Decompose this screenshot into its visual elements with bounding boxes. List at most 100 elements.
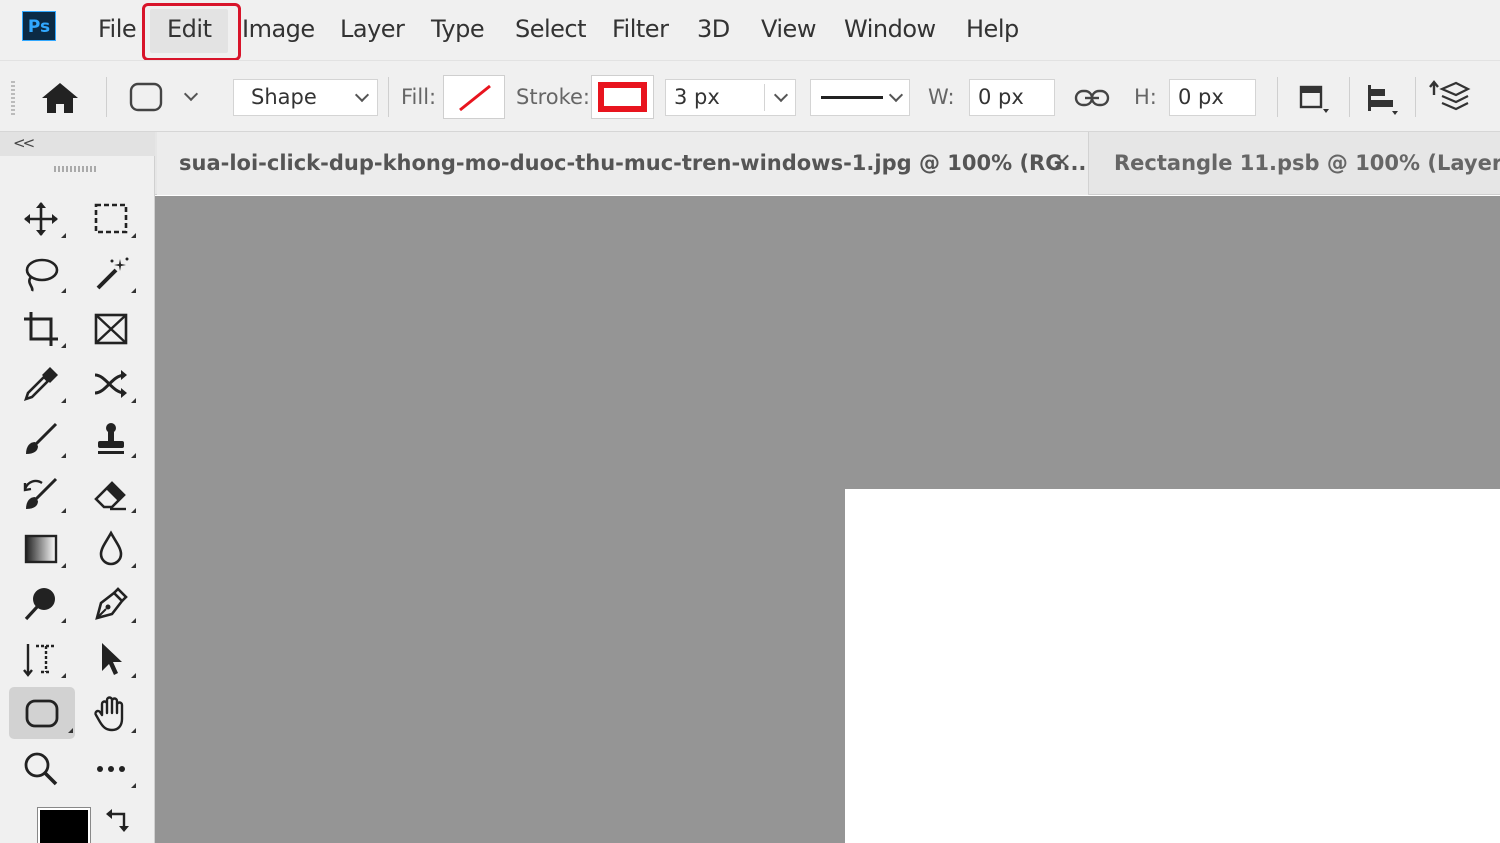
history-brush-tool[interactable] (14, 469, 68, 519)
home-icon (42, 83, 78, 113)
tools-panel-grip[interactable] (54, 166, 96, 172)
healing-brush-tool[interactable] (84, 359, 138, 409)
fill-swatch[interactable] (443, 75, 505, 119)
chevron-down-icon (354, 87, 370, 103)
zoom-tool[interactable] (14, 744, 68, 794)
height-field[interactable]: 0 px (1169, 79, 1256, 116)
crop-icon (24, 312, 58, 346)
tool-preset-picker[interactable] (126, 79, 206, 117)
dodge-icon (24, 588, 55, 621)
magic-wand-tool[interactable] (84, 249, 138, 299)
path-arrangement-button[interactable] (1428, 77, 1472, 117)
eyedropper-icon (23, 367, 58, 402)
solid-line-icon (821, 96, 883, 99)
frame-tool[interactable] (84, 304, 138, 354)
menu-3d[interactable]: 3D (697, 12, 730, 46)
eraser-icon (94, 481, 126, 511)
tools-panel-header: << (0, 132, 155, 156)
width-value: 0 px (978, 85, 1024, 109)
collapse-panel-button[interactable]: << (13, 134, 35, 152)
lasso-tool[interactable] (14, 249, 68, 299)
magnifier-icon (24, 752, 58, 786)
stroke-swatch[interactable] (591, 75, 654, 119)
stroke-style-select[interactable] (810, 79, 910, 116)
history-brush-icon (23, 477, 58, 509)
magic-wand-icon (96, 257, 129, 290)
swap-colors-button[interactable] (104, 806, 132, 836)
stroke-color-box (598, 82, 647, 112)
close-tab-button[interactable]: × (1052, 132, 1072, 195)
rounded-rectangle-preset-icon (129, 82, 163, 112)
vertical-type-mask-icon (23, 644, 56, 677)
hand-tool[interactable] (84, 689, 138, 739)
document-canvas[interactable] (845, 489, 1500, 843)
document-tab[interactable]: Rectangle 11.psb @ 100% (Layer 1, R (1090, 132, 1500, 195)
crop-tool[interactable] (14, 304, 68, 354)
options-bar: Shape Fill: Stroke: 3 px W: 0 px H: 0 px (0, 60, 1500, 132)
foreground-color-swatch[interactable] (37, 807, 91, 843)
pen-icon (95, 587, 128, 620)
document-tab-title: Rectangle 11.psb @ 100% (Layer 1, R (1114, 151, 1500, 175)
document-tab-active[interactable]: sua-loi-click-dup-khong-mo-duoc-thu-muc-… (157, 132, 1089, 195)
width-label: W: (928, 85, 955, 109)
move-tool[interactable] (14, 194, 68, 244)
stroke-width-field[interactable]: 3 px (665, 79, 796, 116)
gradient-tool[interactable] (14, 524, 68, 574)
menu-window[interactable]: Window (844, 12, 936, 46)
blur-drop-icon (99, 530, 123, 566)
path-alignment-button[interactable] (1362, 79, 1402, 117)
pen-tool[interactable] (84, 579, 138, 629)
chevron-down-icon (773, 87, 789, 103)
eraser-tool[interactable] (84, 469, 138, 519)
align-left-icon (1368, 85, 1398, 115)
brush-tool[interactable] (14, 414, 68, 464)
type-tool[interactable] (14, 634, 68, 684)
stamp-icon (98, 423, 124, 454)
tools-panel: << (0, 132, 155, 843)
dodge-tool[interactable] (14, 579, 68, 629)
height-value: 0 px (1178, 85, 1224, 109)
path-operations-icon (1299, 85, 1329, 113)
menu-help[interactable]: Help (966, 12, 1019, 46)
menu-image[interactable]: Image (242, 12, 315, 46)
menu-view[interactable]: View (761, 12, 816, 46)
height-label: H: (1134, 85, 1157, 109)
link-dimensions-button[interactable] (1072, 81, 1112, 115)
menu-select[interactable]: Select (515, 12, 587, 46)
menu-edit[interactable]: Edit (167, 12, 212, 46)
marquee-tool[interactable] (84, 194, 138, 244)
blur-tool[interactable] (84, 524, 138, 574)
stroke-width-divider (764, 84, 765, 111)
chevron-down-icon (888, 87, 904, 103)
lasso-icon (25, 258, 59, 292)
width-field[interactable]: 0 px (969, 79, 1055, 116)
arrange-layers-icon (1429, 80, 1471, 111)
swap-arrows-icon (106, 809, 129, 832)
link-icon (1074, 89, 1110, 107)
options-bar-grip[interactable] (11, 81, 15, 115)
eyedropper-tool[interactable] (14, 359, 68, 409)
content-aware-move-icon (94, 370, 127, 398)
path-operations-button[interactable] (1293, 79, 1333, 117)
frame-icon (94, 313, 128, 345)
stroke-width-value: 3 px (674, 85, 720, 109)
menu-type[interactable]: Type (431, 12, 485, 46)
hand-icon (94, 696, 124, 732)
rounded-rectangle-tool[interactable] (9, 687, 75, 739)
menu-filter[interactable]: Filter (612, 12, 669, 46)
edit-toolbar-button[interactable] (84, 744, 138, 794)
path-selection-tool[interactable] (84, 634, 138, 684)
document-tab-bar: sua-loi-click-dup-khong-mo-duoc-thu-muc-… (155, 132, 1500, 195)
canvas-workspace[interactable] (155, 196, 1500, 843)
arrow-cursor-icon (102, 643, 122, 675)
shape-mode-select[interactable]: Shape (233, 79, 378, 116)
document-tab-title: sua-loi-click-dup-khong-mo-duoc-thu-muc-… (179, 151, 1087, 175)
menu-layer[interactable]: Layer (340, 12, 405, 46)
more-dots-icon (97, 766, 125, 772)
home-button[interactable] (38, 79, 82, 117)
photoshop-logo[interactable]: Ps (22, 11, 56, 41)
menu-file[interactable]: File (98, 12, 137, 46)
brush-icon (26, 422, 58, 454)
clone-stamp-tool[interactable] (84, 414, 138, 464)
rounded-rectangle-icon (25, 699, 59, 728)
